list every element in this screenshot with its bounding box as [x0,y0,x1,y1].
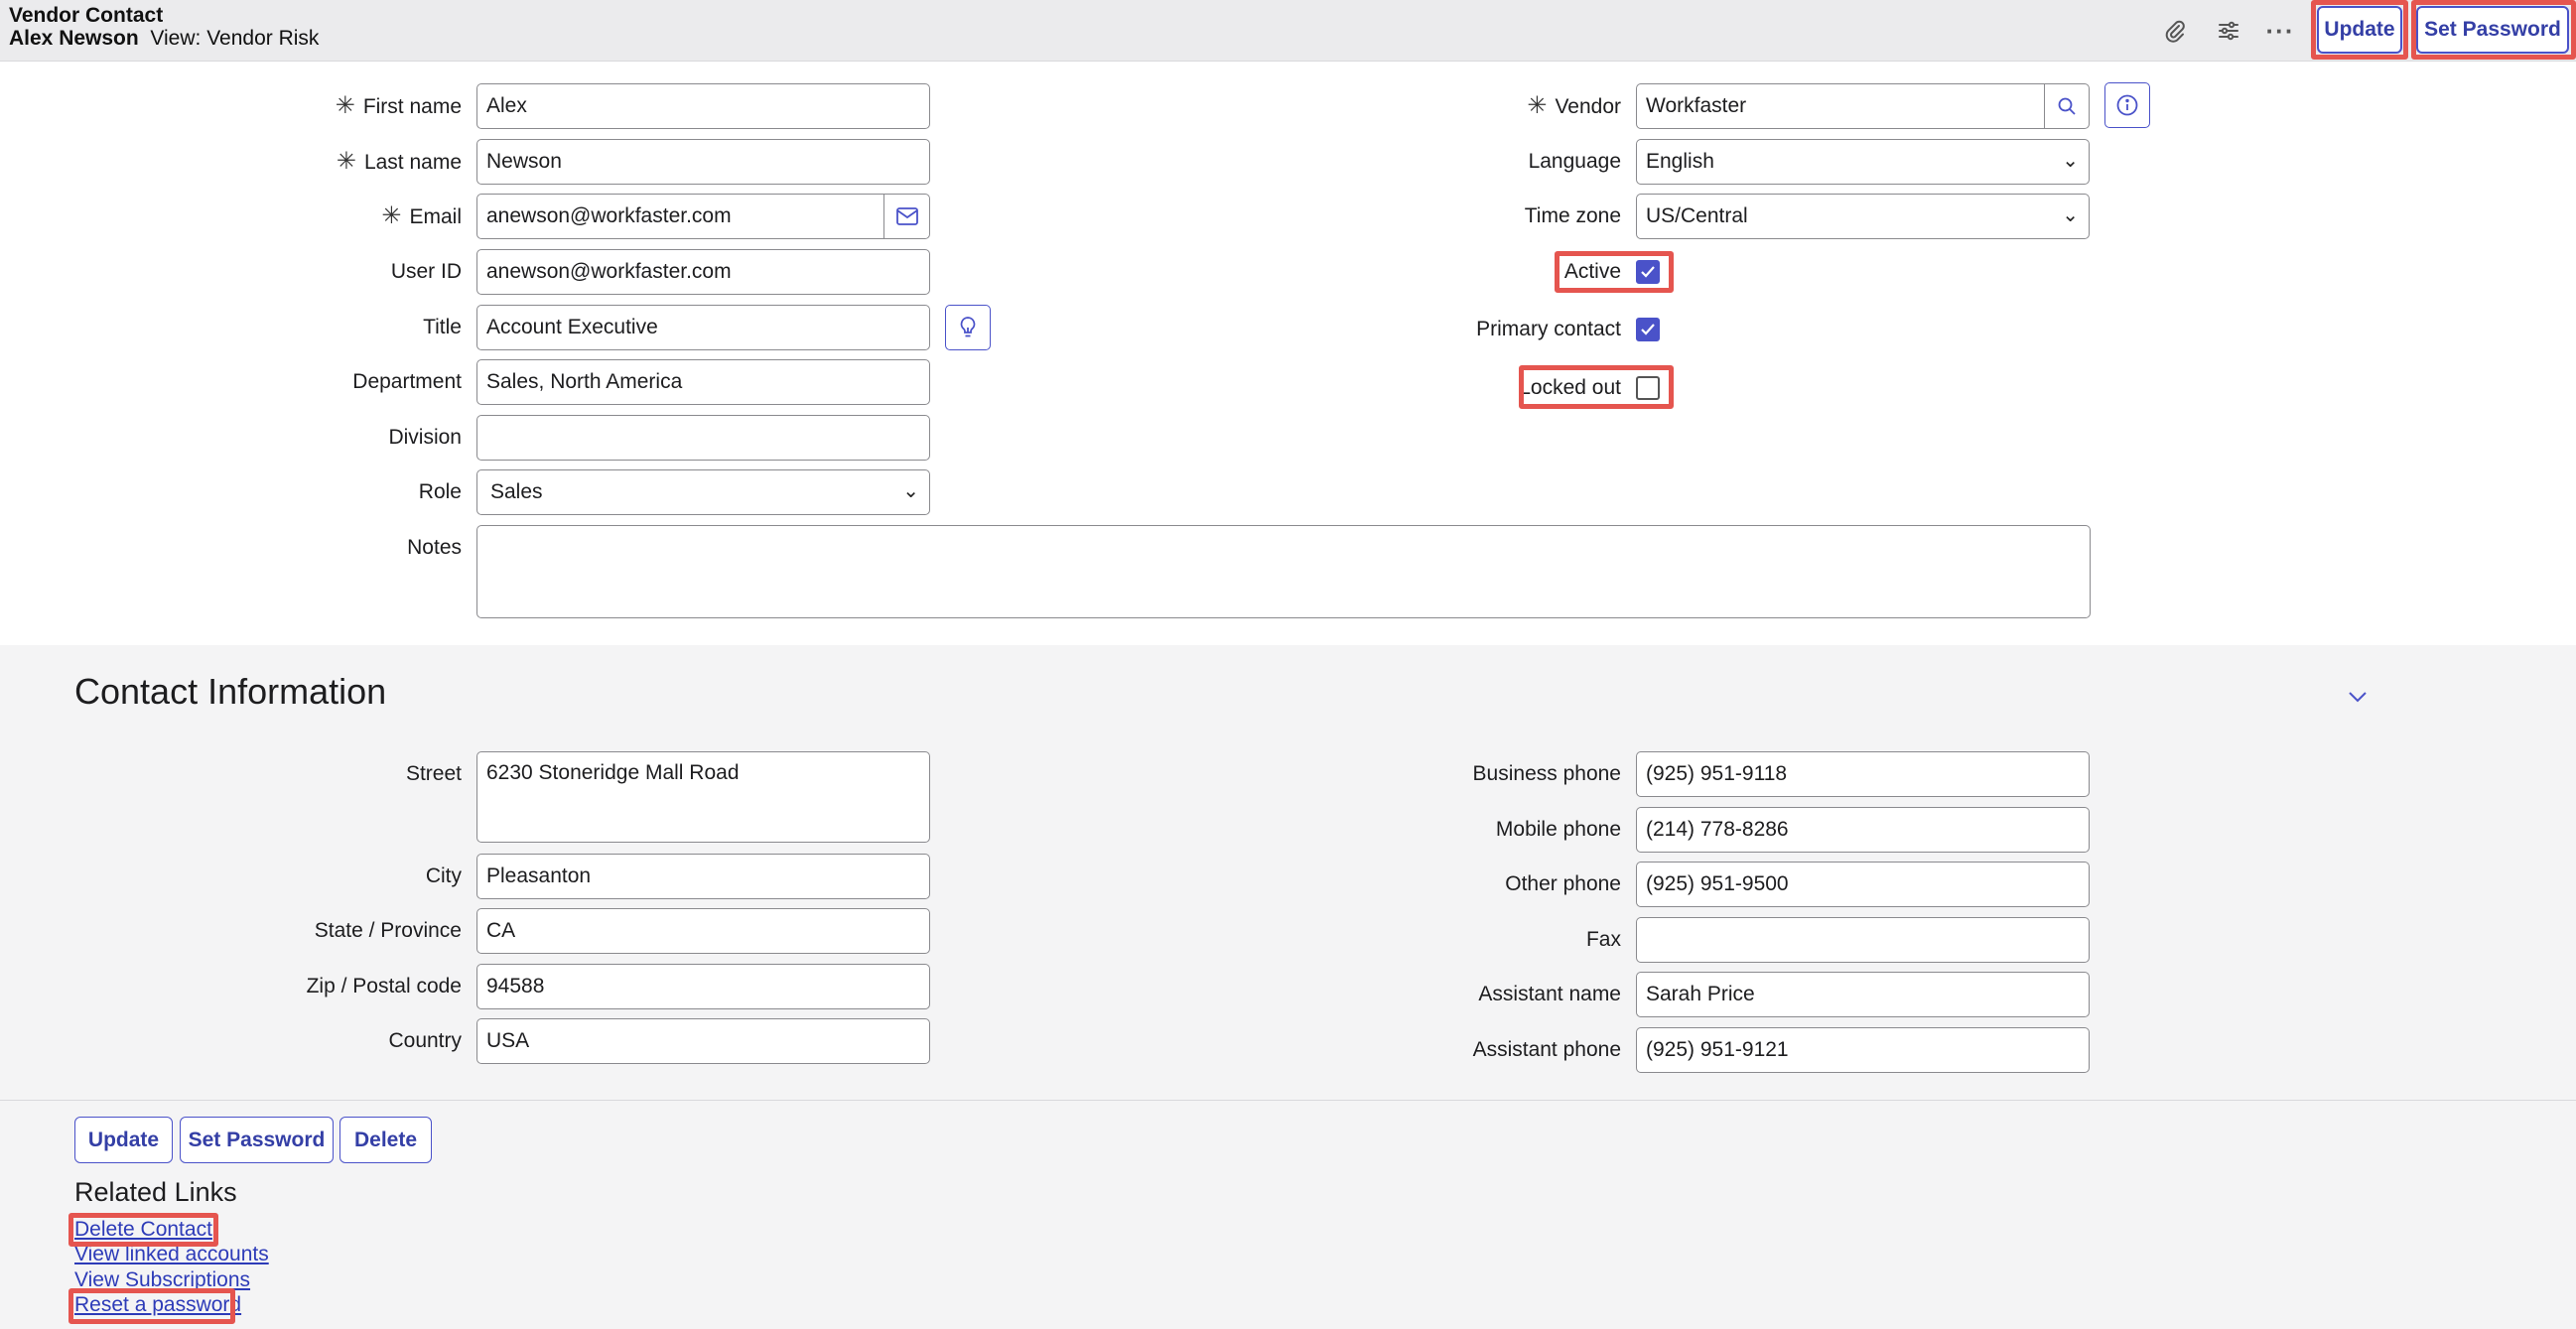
locked-out-label: Locked out [1519,376,1621,399]
street-label: Street [405,762,462,785]
vendor-field[interactable]: Workfaster [1636,83,2046,129]
settings-sliders-icon[interactable] [2212,14,2245,48]
mobile-phone-label: Mobile phone [1495,818,1621,841]
last-name-field[interactable]: Newson [476,139,930,185]
city-label: City [425,864,462,887]
mobile-phone-field[interactable]: (214) 778-8286 [1636,807,2090,853]
other-phone-field[interactable]: (925) 951-9500 [1636,862,2090,907]
time-zone-select[interactable]: US/Central ⌄ [1636,194,2090,239]
active-checkbox[interactable] [1636,260,1660,284]
required-icon: ✳ [1527,92,1548,119]
attachment-icon[interactable] [2158,14,2192,48]
more-icon[interactable]: ··· [2263,14,2297,48]
email-label: ✳ Email [381,202,462,229]
title-label: Title [423,316,462,338]
related-links-title: Related Links [74,1177,237,1207]
footer-set-password-button[interactable]: Set Password [180,1117,334,1163]
time-zone-label: Time zone [1524,204,1621,227]
view-label: View: Vendor Risk [150,27,320,50]
active-label: Active [1563,260,1621,283]
title-field[interactable]: Account Executive [476,305,930,350]
user-id-label: User ID [390,260,462,283]
form-title: Vendor Contact [9,4,164,27]
assistant-name-field[interactable]: Sarah Price [1636,972,2090,1017]
set-password-button[interactable]: Set Password [2416,6,2569,54]
chevron-down-icon: ⌄ [2062,204,2079,226]
state-label: State / Province [314,919,462,942]
required-icon: ✳ [336,148,356,175]
fax-field[interactable] [1636,917,2090,963]
department-field[interactable]: Sales, North America [476,359,930,405]
country-field[interactable]: USA [476,1018,930,1064]
delete-contact-link[interactable]: Delete Contact [74,1218,212,1242]
state-field[interactable]: CA [476,908,930,954]
language-label: Language [1528,150,1621,173]
chevron-down-icon[interactable] [2344,683,2372,711]
role-select[interactable]: Sales ⌄ [476,469,930,515]
footer-update-button[interactable]: Update [74,1117,173,1163]
required-icon: ✳ [381,202,402,229]
footer-delete-button[interactable]: Delete [339,1117,432,1163]
mail-icon[interactable] [883,194,930,239]
primary-contact-checkbox[interactable] [1636,318,1660,341]
business-phone-field[interactable]: (925) 951-9118 [1636,751,2090,797]
notes-label: Notes [407,536,462,559]
reset-password-link[interactable]: Reset a password [74,1293,241,1317]
divider [0,1100,2576,1101]
lightbulb-icon[interactable] [945,305,991,350]
assistant-name-label: Assistant name [1478,983,1621,1005]
other-phone-label: Other phone [1505,872,1621,895]
notes-textarea[interactable] [476,525,2091,618]
section-title: Contact Information [74,671,387,712]
email-field[interactable]: anewson@workfaster.com [476,194,885,239]
assistant-phone-field[interactable]: (925) 951-9121 [1636,1027,2090,1073]
search-icon[interactable] [2044,83,2090,129]
department-label: Department [352,370,462,393]
locked-out-checkbox[interactable] [1636,376,1660,400]
form-subtitle: Alex Newson View: Vendor Risk [9,28,319,50]
language-select[interactable]: English ⌄ [1636,139,2090,185]
last-name-label: ✳ Last name [336,148,462,175]
vendor-label: ✳ Vendor [1527,92,1621,119]
street-textarea[interactable]: 6230 Stoneridge Mall Road [476,751,930,843]
info-icon[interactable] [2104,82,2150,128]
view-subscriptions-link[interactable]: View Subscriptions [74,1268,250,1292]
role-value: Sales [490,480,543,503]
language-value: English [1646,150,1714,173]
role-label: Role [418,480,462,503]
division-field[interactable] [476,415,930,461]
zip-field[interactable]: 94588 [476,964,930,1009]
update-button[interactable]: Update [2317,6,2402,54]
primary-contact-label: Primary contact [1476,318,1621,340]
user-id-field[interactable]: anewson@workfaster.com [476,249,930,295]
fax-label: Fax [1585,928,1621,951]
chevron-down-icon: ⌄ [2062,150,2079,172]
city-field[interactable]: Pleasanton [476,854,930,899]
division-label: Division [388,426,462,449]
chevron-down-icon: ⌄ [902,480,919,502]
record-name: Alex Newson [9,27,139,50]
business-phone-label: Business phone [1472,762,1621,785]
zip-label: Zip / Postal code [306,975,462,997]
assistant-phone-label: Assistant phone [1472,1038,1621,1061]
country-label: Country [388,1029,462,1052]
time-zone-value: US/Central [1646,204,1748,227]
view-linked-accounts-link[interactable]: View linked accounts [74,1243,269,1266]
